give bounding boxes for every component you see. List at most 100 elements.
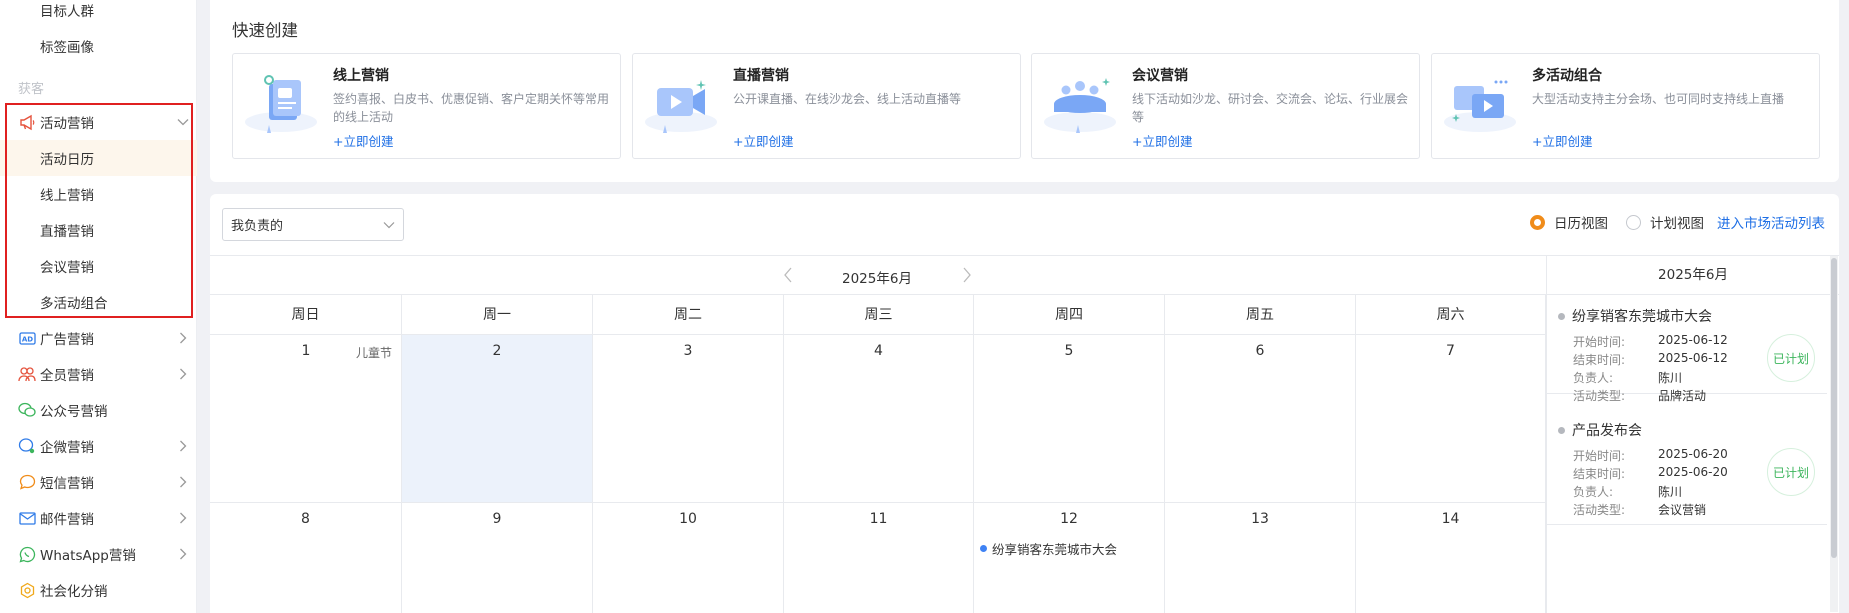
sidebar-item-sms-marketing[interactable]: 短信营销 — [0, 464, 197, 500]
calendar-view-radio[interactable]: 日历视图 — [1530, 212, 1608, 232]
sidebar-item-live-marketing[interactable]: 直播营销 — [0, 212, 197, 248]
status-badge: 已计划 — [1767, 448, 1815, 496]
card-title: 多活动组合 — [1532, 68, 1602, 84]
create-now-link[interactable]: +立即创建 — [1532, 131, 1592, 150]
plan-view-radio[interactable]: 计划视图 — [1626, 212, 1704, 232]
weekday-mon: 周一 — [402, 295, 593, 335]
sidebar-item-target-audience[interactable]: 目标人群 — [0, 0, 197, 28]
sidebar-item-official-account[interactable]: 公众号营销 — [0, 392, 197, 428]
day-number: 2 — [492, 343, 502, 359]
day-cell[interactable]: 1 儿童节 — [210, 335, 402, 503]
event-card[interactable]: 纷享销客东莞城市大会 开始时间: 2025-06-12 结束时间: 2025-0… — [1547, 296, 1827, 403]
owner-select[interactable]: 我负责的 — [222, 208, 404, 241]
day-cell[interactable]: 11 — [784, 503, 974, 613]
mail-icon — [18, 509, 36, 527]
day-number: 3 — [683, 343, 693, 359]
day-cell[interactable]: 13 — [1165, 503, 1356, 613]
start-time-label: 开始时间: — [1573, 335, 1626, 349]
quick-create-card-conference[interactable]: 会议营销 线下活动如沙龙、研讨会、交流会、论坛、行业展会等 +立即创建 — [1031, 53, 1420, 159]
weekday-sun: 周日 — [210, 295, 402, 335]
event-card[interactable]: 产品发布会 开始时间: 2025-06-20 结束时间: 2025-06-20 … — [1547, 410, 1827, 525]
sidebar-item-mail-marketing[interactable]: 邮件营销 — [0, 500, 197, 536]
day-cell[interactable]: 12 纷享销客东莞城市大会 — [974, 503, 1165, 613]
sidebar-item-online-marketing[interactable]: 线上营销 — [0, 176, 197, 212]
sidebar-item-activity-marketing[interactable]: 活动营销 — [0, 104, 197, 140]
event-side-list: 2025年6月 纷享销客东莞城市大会 开始时间: 2025-06-12 结束时间… — [1546, 255, 1839, 613]
wechat-icon — [18, 401, 36, 419]
day-cell[interactable]: 3 — [593, 335, 784, 503]
chevron-right-icon[interactable] — [169, 440, 197, 452]
sidebar-item-conference-marketing[interactable]: 会议营销 — [0, 248, 197, 284]
card-description: 签约喜报、白皮书、优惠促销、客户定期关怀等常用的线上活动 — [333, 92, 610, 124]
day-number: 7 — [1446, 343, 1455, 359]
calendar-month: 2025年6月 — [842, 271, 912, 287]
card-description: 线下活动如沙龙、研讨会、交流会、论坛、行业展会等 — [1132, 92, 1409, 124]
scrollbar-thumb[interactable] — [1831, 258, 1837, 558]
day-number: 9 — [492, 511, 502, 527]
end-time-label: 结束时间: — [1573, 353, 1626, 367]
chevron-right-icon[interactable] — [169, 512, 197, 524]
sms-icon — [18, 473, 36, 491]
status-dot-icon — [1558, 312, 1565, 320]
prev-month-icon[interactable] — [783, 267, 793, 287]
day-cell[interactable]: 5 — [974, 335, 1165, 503]
quick-create-panel: 快速创建 线上营销 签约喜报、白皮书、优惠促销、客户定期关怀等常用的线上活动 +… — [210, 0, 1839, 182]
day-cell[interactable]: 9 — [402, 503, 593, 613]
chevron-right-icon[interactable] — [169, 476, 197, 488]
quick-create-card-live[interactable]: 直播营销 公开课直播、在线沙龙会、线上活动直播等 +立即创建 — [632, 53, 1021, 159]
day-cell[interactable]: 4 — [784, 335, 974, 503]
chevron-right-icon[interactable] — [169, 332, 197, 344]
enter-activity-list-link[interactable]: 进入市场活动列表 — [1717, 212, 1825, 232]
people-icon — [18, 365, 36, 383]
day-number: 12 — [1060, 511, 1078, 527]
sidebar-item-whatsapp-marketing[interactable]: WhatsApp营销 — [0, 536, 197, 572]
sidebar-item-social-distribution[interactable]: 社会化分销 — [0, 572, 197, 608]
radio-unselected-icon — [1626, 214, 1641, 230]
sidebar-item-multi-activity[interactable]: 多活动组合 — [0, 284, 197, 320]
weekday-wed: 周三 — [784, 295, 974, 335]
weekday-thu: 周四 — [974, 295, 1165, 335]
day-cell[interactable]: 10 — [593, 503, 784, 613]
event-card-title: 产品发布会 — [1558, 420, 1642, 440]
owner-label: 负责人: — [1573, 485, 1614, 499]
sidebar: 目标人群 标签画像 获客 活动营销 活动日历 线上营销 直播营销 会议营销 多活… — [0, 0, 197, 613]
sidebar-item-activity-calendar[interactable]: 活动日历 — [0, 140, 197, 176]
card-description: 大型活动支持主分会场、也可同时支持线上直播 — [1532, 92, 1785, 106]
quick-create-card-multi[interactable]: 多活动组合 大型活动支持主分会场、也可同时支持线上直播 +立即创建 — [1431, 53, 1820, 159]
day-number: 5 — [1064, 343, 1074, 359]
sidebar-item-all-staff-marketing[interactable]: 全员营销 — [0, 356, 197, 392]
day-number: 13 — [1251, 511, 1269, 527]
card-title: 线上营销 — [333, 68, 389, 84]
wecom-icon — [18, 437, 36, 455]
sidebar-item-wecom-marketing[interactable]: 企微营销 — [0, 428, 197, 464]
document-illustration-icon — [243, 70, 319, 140]
radio-selected-icon — [1530, 214, 1545, 230]
megaphone-icon — [18, 113, 36, 131]
day-cell[interactable]: 7 — [1356, 335, 1546, 503]
quick-create-title: 快速创建 — [232, 21, 298, 40]
next-month-icon[interactable] — [962, 267, 972, 287]
day-number: 8 — [301, 511, 310, 527]
chevron-right-icon[interactable] — [169, 368, 197, 380]
weekday-fri: 周五 — [1165, 295, 1356, 335]
sidebar-item-ad-marketing[interactable]: AD 广告营销 — [0, 320, 197, 356]
sidebar-item-tag-profile[interactable]: 标签画像 — [0, 28, 197, 64]
create-now-link[interactable]: +立即创建 — [733, 131, 793, 150]
chevron-down-icon[interactable] — [169, 118, 197, 126]
day-cell-today[interactable]: 2 — [402, 335, 593, 503]
day-cell[interactable]: 8 — [210, 503, 402, 613]
day-cell[interactable]: 6 — [1165, 335, 1356, 503]
quick-create-card-online[interactable]: 线上营销 签约喜报、白皮书、优惠促销、客户定期关怀等常用的线上活动 +立即创建 — [232, 53, 621, 159]
chevron-right-icon[interactable] — [169, 548, 197, 560]
create-now-link[interactable]: +立即创建 — [1132, 131, 1192, 150]
start-time-value: 2025-06-12 — [1658, 333, 1728, 347]
calendar-event[interactable]: 纷享销客东莞城市大会 — [980, 539, 1117, 558]
side-list-scrollbar[interactable] — [1830, 256, 1838, 612]
weekday-tue: 周二 — [593, 295, 784, 335]
event-dot-icon — [980, 545, 987, 552]
whatsapp-icon — [18, 545, 36, 563]
ad-icon: AD — [18, 329, 36, 347]
day-cell[interactable]: 14 — [1356, 503, 1546, 613]
side-list-month: 2025年6月 — [1547, 256, 1839, 295]
create-now-link[interactable]: +立即创建 — [333, 131, 393, 150]
